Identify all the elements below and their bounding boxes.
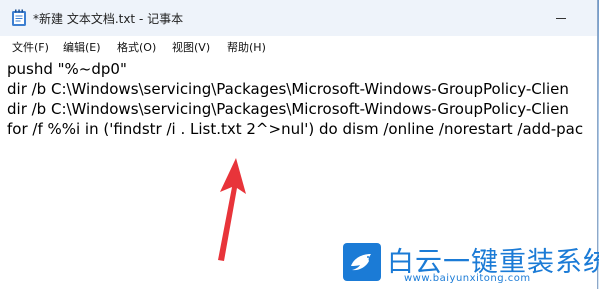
window-title: *新建 文本文档.txt - 记事本 [33, 12, 184, 26]
notepad-icon [12, 9, 26, 26]
minimize-icon [556, 18, 566, 19]
watermark: 白云一键重装系统 www.baiyunxitong.com [342, 240, 599, 288]
editor-line-2: dir /b C:\Windows\servicing\Packages\Mic… [7, 80, 569, 98]
watermark-url: www.baiyunxitong.com [404, 273, 531, 284]
editor-line-4: for /f %%i in ('findstr /i . List.txt 2^… [7, 120, 584, 138]
editor-line-1: pushd "%~dp0" [7, 60, 127, 78]
menu-help[interactable]: 帮助(H) [227, 39, 266, 55]
notepad-window: *新建 文本文档.txt - 记事本 文件(F) 编辑(E) 格式(O) 视图(… [0, 0, 599, 289]
title-bar[interactable]: *新建 文本文档.txt - 记事本 [0, 0, 597, 36]
menu-bar: 文件(F) 编辑(E) 格式(O) 视图(V) 帮助(H) [0, 36, 597, 56]
menu-format[interactable]: 格式(O) [117, 39, 156, 55]
bird-logo-icon [343, 243, 381, 281]
menu-file[interactable]: 文件(F) [12, 39, 49, 55]
red-arrow-annotation [218, 158, 246, 261]
menu-view[interactable]: 视图(V) [172, 39, 210, 55]
menu-edit[interactable]: 编辑(E) [63, 39, 101, 55]
minimize-button[interactable] [538, 0, 584, 36]
editor-line-3: dir /b C:\Windows\servicing\Packages\Mic… [7, 100, 569, 118]
